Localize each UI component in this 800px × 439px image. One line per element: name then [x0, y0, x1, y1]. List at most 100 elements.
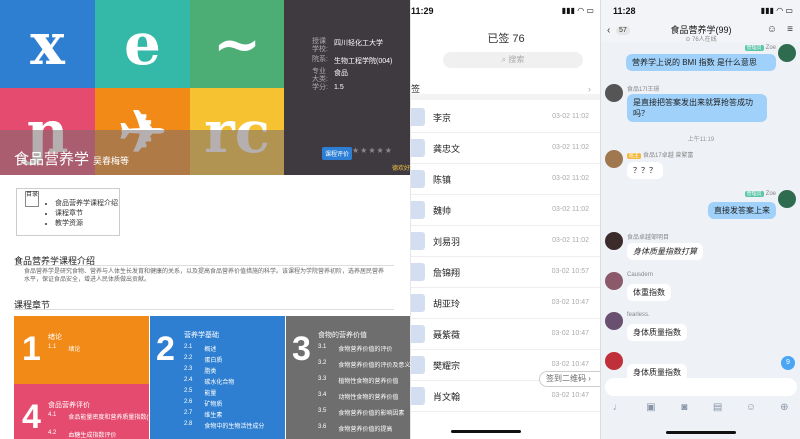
intro-text: 食品营养学是研究食物、营养与人体生长发育和健康的关系，以及提高食品营养价值措施的… — [24, 269, 385, 283]
student-name: 肖文翰 — [433, 392, 461, 402]
camera-icon[interactable]: ◙ — [676, 402, 692, 413]
item-title: 绪论 — [68, 347, 81, 353]
signin-time: 03-02 11:02 — [552, 175, 589, 182]
student-name: 聂紫薇 — [433, 330, 461, 340]
chapter-item[interactable]: 3.3 植物性食物的营养价值 — [318, 376, 398, 385]
item-number: 2.7 — [184, 410, 193, 416]
avatar[interactable] — [605, 150, 623, 168]
info-row: 授课学校: 四川轻化工大学 — [312, 38, 383, 54]
plus-icon[interactable]: ⊕ — [776, 402, 792, 413]
avatar[interactable] — [605, 312, 623, 330]
message-bubble[interactable]: 营养学上说的 BMI 指数 是什么意思 — [626, 54, 776, 71]
signed-tab[interactable]: 签 › — [411, 78, 600, 100]
chapter-item[interactable]: 3.6 食物营养价值的提高 — [318, 424, 392, 433]
chapter-item[interactable]: 2.7 维生素 — [184, 410, 222, 419]
avatar[interactable] — [605, 272, 623, 290]
voice-icon[interactable]: ♩ — [610, 402, 626, 413]
chapter-item[interactable]: 2.2 蛋白质 — [184, 355, 222, 364]
signin-row[interactable]: 龚忠文 03-02 11:02 — [411, 133, 600, 164]
message-bubble[interactable]: ？？？ — [627, 162, 663, 179]
chapter-card[interactable]: 4 食品营养评价 4.1 食品能量密度和营养质量指数(评价) 4.2 血糖生成指数评… — [14, 384, 149, 439]
file-icon[interactable]: ▤ — [710, 402, 726, 413]
item-title: 食物营养价值的提高 — [338, 427, 393, 433]
chapter-card[interactable]: 2 营养学基础 2.1 概述 2.2 蛋白质 2.3 脂类 2.4 碳水化合物 2.5 能量 2.6… — [150, 316, 285, 439]
item-title: 维生素 — [204, 413, 223, 419]
search-input[interactable]: ⌕ 搜索 — [443, 52, 583, 68]
rating-stars: ★★★★★ — [352, 146, 393, 155]
menu-icon[interactable]: ≡ — [787, 24, 793, 35]
message-bubble[interactable]: 直接发答案上来 — [708, 202, 776, 219]
message-meta: Causdern — [627, 272, 654, 278]
chapter-card[interactable]: 3 食物的营养价值 3.1 食物营养价值的评价 3.2 食物营养价值的评价及意义 3.3… — [286, 316, 410, 439]
toc-link[interactable]: 课程章节 — [55, 209, 118, 219]
signin-time: 03-02 11:02 — [552, 113, 589, 120]
info-key: 授课学校: — [312, 38, 328, 53]
message-bubble[interactable]: 身体质量指数 — [627, 324, 687, 341]
avatar — [411, 356, 425, 374]
image-icon[interactable]: ▣ — [643, 402, 659, 413]
sender-name: Zoe — [765, 45, 776, 51]
item-number: 2.1 — [184, 344, 193, 350]
chapter-item[interactable]: 4.2 血糖生成指数评价 — [48, 430, 116, 439]
signin-row[interactable]: 魏帅 03-02 11:02 — [411, 195, 600, 226]
chapter-item[interactable]: 1.1 绪论 — [48, 344, 80, 353]
time-separator: 上午11:19 — [687, 137, 715, 143]
chapter-item[interactable]: 2.8 食物中的生物活性成分 — [184, 421, 264, 430]
signin-row[interactable]: 聂紫薇 03-02 10:47 — [411, 319, 600, 350]
avatar[interactable] — [605, 352, 623, 370]
message-input[interactable] — [605, 378, 797, 396]
student-name: 陈镇 — [433, 175, 452, 185]
avatar[interactable] — [778, 190, 796, 208]
chapter-item[interactable]: 3.1 食物营养价值的评价 — [318, 344, 392, 353]
toc-link[interactable]: 教学资源 — [55, 219, 118, 229]
toc-link[interactable]: 食品营养学课程介绍 — [55, 199, 118, 209]
info-key: 专业大类: — [312, 68, 328, 83]
signin-time: 03-02 10:57 — [551, 268, 589, 275]
signin-row[interactable]: 胡亚玲 03-02 10:47 — [411, 288, 600, 319]
signin-row[interactable]: 刘易羽 03-02 11:02 — [411, 226, 600, 257]
chapter-item[interactable]: 3.4 动物性食物的营养价值 — [318, 392, 398, 401]
emoji-icon[interactable]: ☺ — [743, 402, 759, 413]
chapter-item[interactable]: 2.5 能量 — [184, 388, 216, 397]
message-bubble[interactable]: 是直接把答案发出来就算抢答成功吗？ — [627, 94, 767, 122]
info-row: 学分: 1.5 — [312, 84, 344, 92]
chapter-item[interactable]: 2.3 脂类 — [184, 366, 216, 375]
chapter-item[interactable]: 4.1 食品能量密度和营养质量指数(评价) — [48, 412, 149, 421]
signin-row[interactable]: 陈镇 03-02 11:02 — [411, 164, 600, 195]
item-title: 食物中的生物活性成分 — [204, 424, 265, 430]
qr-code-button[interactable]: 签到二维码 › — [539, 371, 600, 387]
chapter-item[interactable]: 3.2 食物营养价值的评价及意义 — [318, 360, 410, 369]
signin-row[interactable]: 李京 03-02 11:02 — [411, 102, 600, 133]
message-meta: fearless. — [627, 312, 650, 318]
course-title: 食品营养学 吴春梅等 — [14, 148, 129, 169]
info-row: 院系: 生物工程学院(004) — [312, 56, 392, 66]
avatar — [411, 201, 425, 219]
course-teachers: 吴春梅等 — [93, 156, 130, 166]
role-badge: 管理员 — [744, 45, 764, 51]
item-title: 碳水化合物 — [204, 380, 235, 386]
message-bubble[interactable]: 体重指数 — [627, 284, 671, 301]
group-avatar-icon[interactable]: ☺ — [767, 24, 777, 35]
signin-row[interactable]: 詹锦翔 03-02 10:57 — [411, 257, 600, 288]
signed-tab-label: 签 — [411, 84, 421, 94]
chapter-item[interactable]: 2.1 概述 — [184, 344, 216, 353]
unread-badge[interactable]: 9 — [781, 356, 795, 370]
chapter-item[interactable]: 2.4 碳水化合物 — [184, 377, 234, 386]
chapter-item[interactable]: 3.5 食物营养价值的影响因素 — [318, 408, 404, 417]
item-title: 蛋白质 — [204, 358, 223, 364]
item-number: 3.5 — [318, 408, 327, 414]
info-value: 四川轻化工大学 — [334, 40, 383, 47]
message-bubble[interactable]: 身体质量指数打算 — [627, 243, 703, 260]
avatar[interactable] — [778, 44, 796, 62]
avatar[interactable] — [605, 84, 623, 102]
course-review-button[interactable]: 课程评价 — [322, 147, 353, 160]
student-name: 胡亚玲 — [433, 299, 461, 309]
chapter-item[interactable]: 2.6 矿物质 — [184, 399, 222, 408]
hero-glyph: ~ — [212, 10, 262, 78]
info-key: 院系: — [312, 56, 328, 63]
avatar[interactable] — [605, 232, 623, 250]
chapter-card[interactable]: 1 绪论 1.1 绪论 — [14, 316, 149, 384]
hero-tile: ~ — [190, 0, 284, 88]
status-time: 11:28 — [613, 6, 636, 16]
avatar — [411, 170, 425, 188]
